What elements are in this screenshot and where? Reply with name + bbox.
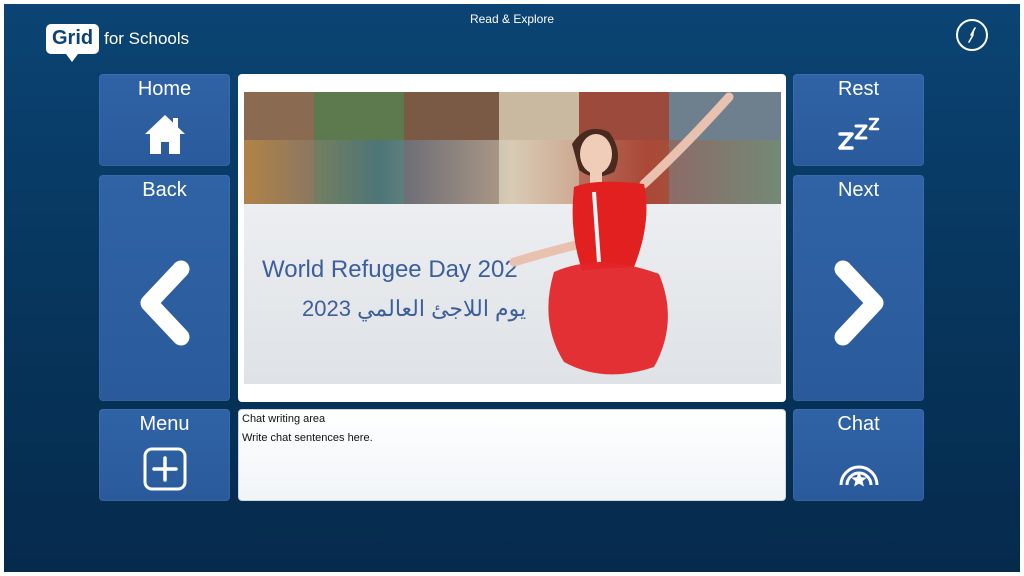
home-icon — [144, 115, 185, 154]
home-button[interactable]: Home — [99, 74, 230, 166]
back-button[interactable]: Back — [99, 175, 230, 401]
page-title: Read & Explore — [469, 12, 555, 26]
chevron-left-icon — [140, 260, 189, 346]
logo-suffix-text: for Schools — [104, 28, 190, 48]
rest-button[interactable]: Rest — [793, 74, 924, 166]
back-label: Back — [142, 179, 187, 201]
plus-square-icon — [143, 447, 186, 491]
chevron-right-icon — [834, 260, 883, 346]
compass-icon — [968, 27, 976, 43]
rest-label: Rest — [837, 78, 880, 100]
next-button[interactable]: Next — [793, 175, 924, 401]
zzz-icon — [837, 117, 879, 150]
chat-area-label: Chat writing area — [242, 413, 326, 425]
chat-area-text: Write chat sentences here. — [242, 432, 373, 444]
next-label: Next — [837, 179, 880, 201]
banner-text-en: World Refugee Day 202 — [262, 256, 518, 283]
menu-button[interactable]: Menu — [99, 409, 230, 501]
menu-label: Menu — [139, 413, 190, 435]
grid-app: Grid for Schools Read & Explore Home Bac… — [4, 4, 1020, 572]
banner-text-ar: يوم اللاجئ العالمي 2023 — [302, 296, 527, 321]
chat-writing-area[interactable]: Chat writing area Write chat sentences h… — [238, 409, 786, 501]
chat-button[interactable]: Chat — [793, 409, 924, 501]
dancer-figure — [509, 92, 734, 375]
chat-label: Chat — [837, 413, 880, 435]
chat-star-icon — [839, 465, 878, 487]
refugee-day-photo: World Refugee Day 202 يوم اللاجئ العالمي… — [244, 92, 781, 384]
compass-button[interactable] — [956, 19, 988, 51]
logo-grid-text: Grid — [46, 24, 100, 62]
image-panel: World Refugee Day 202 يوم اللاجئ العالمي… — [238, 74, 786, 402]
home-label: Home — [137, 78, 192, 100]
